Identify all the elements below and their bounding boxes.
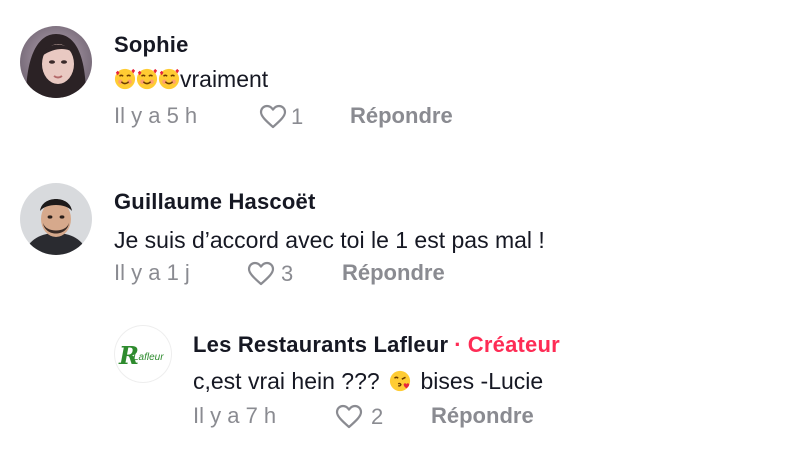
comment-author-name[interactable]: Les Restaurants Lafleur [193, 332, 448, 357]
reply-button[interactable]: Répondre [350, 103, 453, 129]
like-button[interactable]: 1 [259, 104, 303, 130]
comment-text-before: c,est vrai hein ??? [193, 368, 380, 394]
avatar[interactable] [20, 26, 92, 98]
smiling-face-with-hearts-icon [158, 68, 180, 90]
like-count: 2 [371, 404, 384, 429]
creator-badge: Créateur [467, 332, 560, 357]
lafleur-logo-text: Lafleur [133, 352, 164, 363]
comment-text-after: bises -Lucie [420, 368, 544, 394]
heart-icon [335, 404, 363, 429]
avatar[interactable]: R Lafleur [114, 325, 172, 383]
smiling-face-with-hearts-icon [136, 68, 158, 90]
comment-text: Je suis d’accord avec toi le 1 est pas m… [114, 227, 545, 253]
comment-text-body: vraiment [180, 66, 269, 92]
comment-text: vraiment [114, 66, 268, 93]
avatar-sophie-image [20, 26, 92, 98]
comment-timestamp: Il y a 7 h [193, 403, 277, 428]
heart-icon [247, 261, 275, 286]
face-blowing-a-kiss-icon [389, 370, 411, 392]
like-button[interactable]: 2 [335, 404, 383, 430]
lafleur-logo: R Lafleur [118, 339, 170, 370]
comment-text: c,est vrai hein ??? bises -Lucie [193, 368, 543, 395]
like-count: 3 [281, 261, 294, 286]
like-button[interactable]: 3 [247, 261, 293, 287]
reply-button[interactable]: Répondre [431, 403, 534, 429]
like-count: 1 [291, 104, 304, 129]
comment-timestamp: Il y a 5 h [114, 103, 198, 128]
avatar-guillaume-image [20, 183, 92, 255]
comment-author[interactable]: Guillaume Hascoët [114, 189, 315, 215]
comment-author: Les Restaurants Lafleur · Créateur [193, 332, 560, 358]
badge-separator: · [454, 332, 462, 357]
comment-timestamp: Il y a 1 j [114, 260, 190, 285]
heart-icon [259, 104, 287, 129]
reply-button[interactable]: Répondre [342, 260, 445, 286]
avatar[interactable] [20, 183, 92, 255]
comment-author[interactable]: Sophie [114, 32, 189, 58]
smiling-face-with-hearts-icon [114, 68, 136, 90]
